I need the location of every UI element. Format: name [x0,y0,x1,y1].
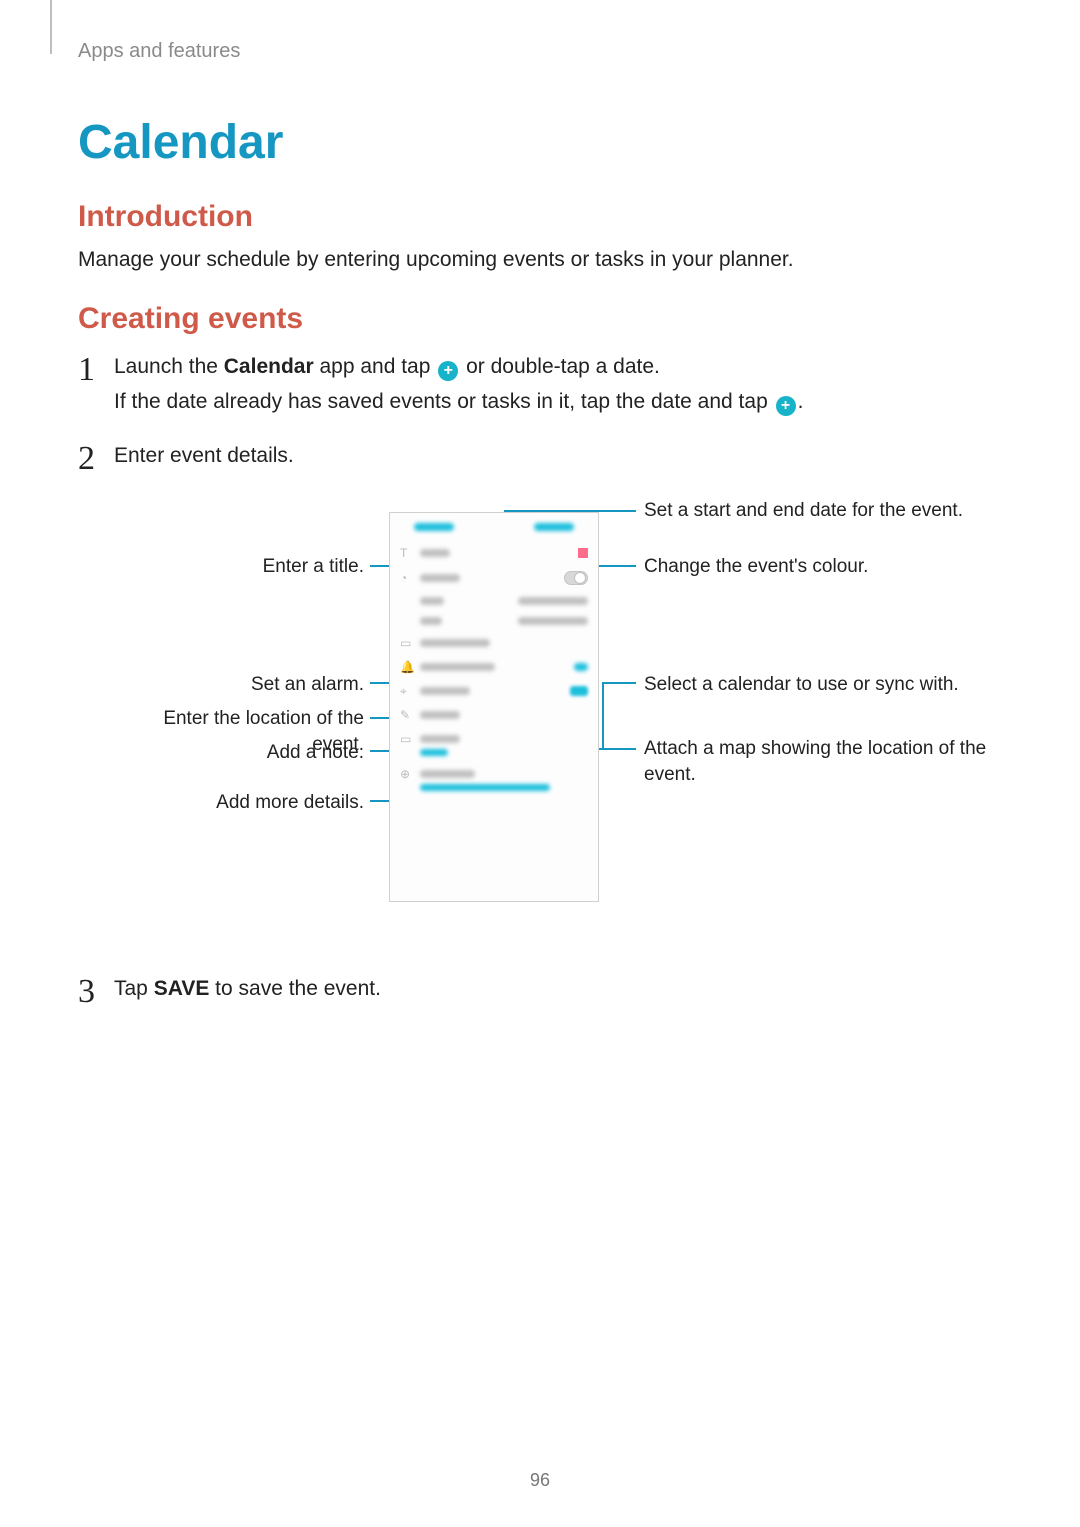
step-1-app-name: Calendar [224,355,314,378]
text-icon: T [400,547,412,559]
step-3-save: SAVE [154,977,210,1000]
callout-more: Add more details. [114,790,364,816]
start-label [420,597,444,605]
page-number: 96 [0,1470,1080,1491]
step-1: 1 Launch the Calendar app and tap + or d… [78,350,1002,419]
note-value [420,711,460,719]
step-3-text-b: to save the event. [209,977,381,1000]
step-number: 2 [78,431,95,487]
title-placeholder [420,549,450,557]
note-icon: ✎ [400,709,412,721]
step-1-text-c: or double-tap a date. [460,355,660,378]
step-2-text: Enter event details. [114,444,294,467]
steps-list: 1 Launch the Calendar app and tap + or d… [78,350,1002,1007]
event-editor-figure: Enter a title. Set an alarm. Enter the l… [114,492,1038,922]
step-number: 3 [78,964,95,1020]
plus-icon: + [776,396,796,416]
clock-icon: ◔ [400,572,412,584]
colour-swatch [578,548,588,558]
step-1-line2-b: . [798,390,804,413]
breadcrumb: Apps and features [78,40,1002,63]
alarm-value [420,663,495,671]
plus-icon: + [438,361,458,381]
callout-title: Enter a title. [114,554,364,580]
calendar-icon: ▭ [400,637,412,649]
cancel-button-blur [414,523,454,531]
step-2: 2 Enter event details. Enter a title. Se… [78,439,1002,922]
step-1-text-b: app and tap [314,355,437,378]
intro-paragraph: Manage your schedule by entering upcomin… [78,248,1002,272]
map-button [570,686,588,696]
timezone-value [420,784,550,791]
save-button-blur [534,523,574,531]
start-value [518,597,588,605]
leader-line [370,800,390,802]
section-heading-intro: Introduction [78,200,1002,234]
step-number: 1 [78,342,95,398]
repeat-icon: ▭ [400,733,412,745]
step-3-text-a: Tap [114,977,154,1000]
page-title: Calendar [78,115,1002,170]
allday-toggle [564,571,588,585]
allday-label [420,574,460,582]
timezone-label [420,770,475,778]
alarm-remove [574,663,588,671]
margin-rule [50,0,52,54]
callout-alarm: Set an alarm. [114,672,364,698]
globe-icon: ⊕ [400,768,412,780]
end-label [420,617,442,625]
step-3: 3 Tap SAVE to save the event. [78,972,1002,1007]
pin-icon: ⌖ [400,685,412,697]
repeat-label [420,735,460,743]
callout-dates: Set a start and end date for the event. [644,498,963,524]
end-value [518,617,588,625]
repeat-value [420,749,448,756]
calendar-value [420,639,490,647]
callout-note: Add a note. [114,740,364,766]
section-heading-create: Creating events [78,302,1002,336]
step-1-line2-a: If the date already has saved events or … [114,390,774,413]
step-1-text-a: Launch the [114,355,224,378]
bell-icon: 🔔 [400,661,412,673]
callout-map: Attach a map showing the location of the… [644,736,1038,787]
callout-colour: Change the event's colour. [644,554,868,580]
callout-calendar: Select a calendar to use or sync with. [644,672,959,698]
leader-line [602,682,636,684]
event-editor-mock: T ◔ [389,512,599,902]
location-value [420,687,470,695]
leader-line [602,682,604,748]
